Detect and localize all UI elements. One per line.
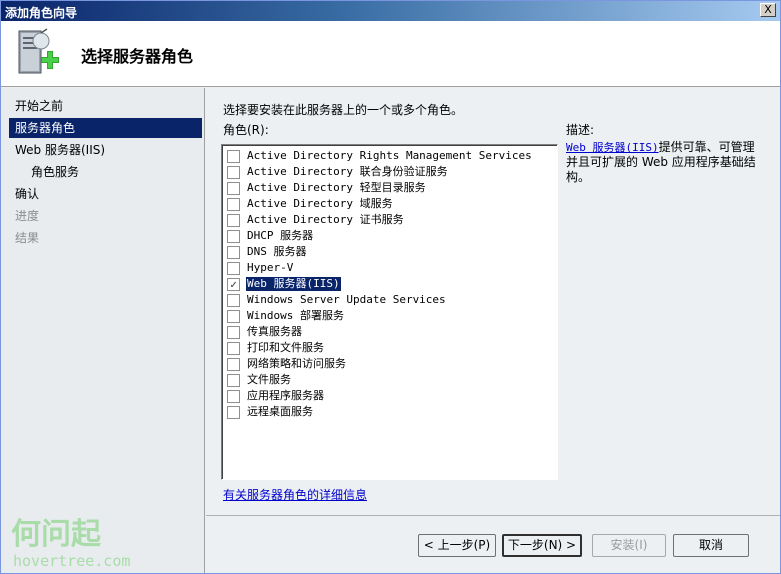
role-checkbox[interactable]	[227, 374, 240, 387]
role-checkbox[interactable]	[227, 406, 240, 419]
hovertree-watermark: 何问起 hovertree.com	[11, 517, 130, 570]
nav-item-confirmation[interactable]: 确认	[9, 184, 203, 204]
role-checkbox[interactable]	[227, 294, 240, 307]
roles-label: 角色(R):	[223, 123, 269, 137]
server-add-icon	[18, 28, 59, 74]
role-checkbox[interactable]	[227, 198, 240, 211]
title-bar[interactable]: 添加角色向导 X	[1, 1, 780, 21]
page-title: 选择服务器角色	[81, 47, 194, 66]
nav-item-results: 结果	[15, 231, 40, 245]
watermark-url: hovertree.com	[13, 552, 130, 570]
next-button[interactable]: 下一步(N) >	[502, 534, 582, 557]
nav-item-server-roles[interactable]: 服务器角色	[9, 118, 202, 138]
nav-item-role-services[interactable]: 角色服务	[9, 162, 203, 182]
role-checkbox[interactable]	[227, 166, 240, 179]
wizard-steps-nav: 开始之前 服务器角色 Web 服务器(IIS) 角色服务 确认 进度 结果 何问…	[1, 88, 205, 573]
role-checkbox[interactable]	[227, 246, 240, 259]
watermark-text: 何问起	[11, 517, 102, 552]
nav-item-before-you-begin[interactable]: 开始之前	[9, 96, 203, 116]
role-checkbox[interactable]	[227, 326, 240, 339]
more-about-server-roles-link[interactable]: 有关服务器角色的详细信息	[223, 486, 367, 503]
cancel-button[interactable]: 取消	[673, 534, 749, 557]
description-role-link[interactable]: Web 服务器(IIS)	[566, 141, 659, 154]
role-checkbox[interactable]	[227, 182, 240, 195]
role-checkbox[interactable]	[227, 342, 240, 355]
role-checkbox[interactable]	[227, 358, 240, 371]
add-roles-wizard-window: 添加角色向导 X 选择服务器角色 开始之前 服务器角色 Web 服务器(IIS)…	[0, 0, 781, 574]
role-checkbox[interactable]	[227, 230, 240, 243]
role-checkbox[interactable]	[227, 310, 240, 323]
wizard-header: 选择服务器角色	[1, 21, 780, 87]
close-button[interactable]: X	[760, 3, 776, 17]
role-description: Web 服务器(IIS)提供可靠、可管理并且可扩展的 Web 应用程序基础结构。	[566, 140, 761, 185]
window-title: 添加角色向导	[5, 6, 78, 20]
instruction-text: 选择要安装在此服务器上的一个或多个角色。	[223, 103, 464, 117]
role-checkbox[interactable]	[227, 150, 240, 163]
nav-item-web-server-iis[interactable]: Web 服务器(IIS)	[9, 140, 203, 160]
wizard-footer: < 上一步(P) 下一步(N) > 安装(I) 取消	[206, 515, 780, 573]
back-button[interactable]: < 上一步(P)	[418, 534, 496, 557]
install-button: 安装(I)	[592, 534, 666, 557]
description-label: 描述:	[566, 123, 595, 137]
role-checkbox[interactable]	[227, 390, 240, 403]
nav-item-progress: 进度	[15, 209, 40, 223]
wizard-content: 选择要安装在此服务器上的一个或多个角色。 角色(R): 描述: Active D…	[206, 88, 780, 514]
role-checkbox[interactable]	[227, 214, 240, 227]
role-checkbox-checked[interactable]: ✓	[227, 278, 240, 291]
role-checkbox[interactable]	[227, 262, 240, 275]
roles-list[interactable]: Active Directory Rights Management Servi…	[221, 144, 558, 480]
